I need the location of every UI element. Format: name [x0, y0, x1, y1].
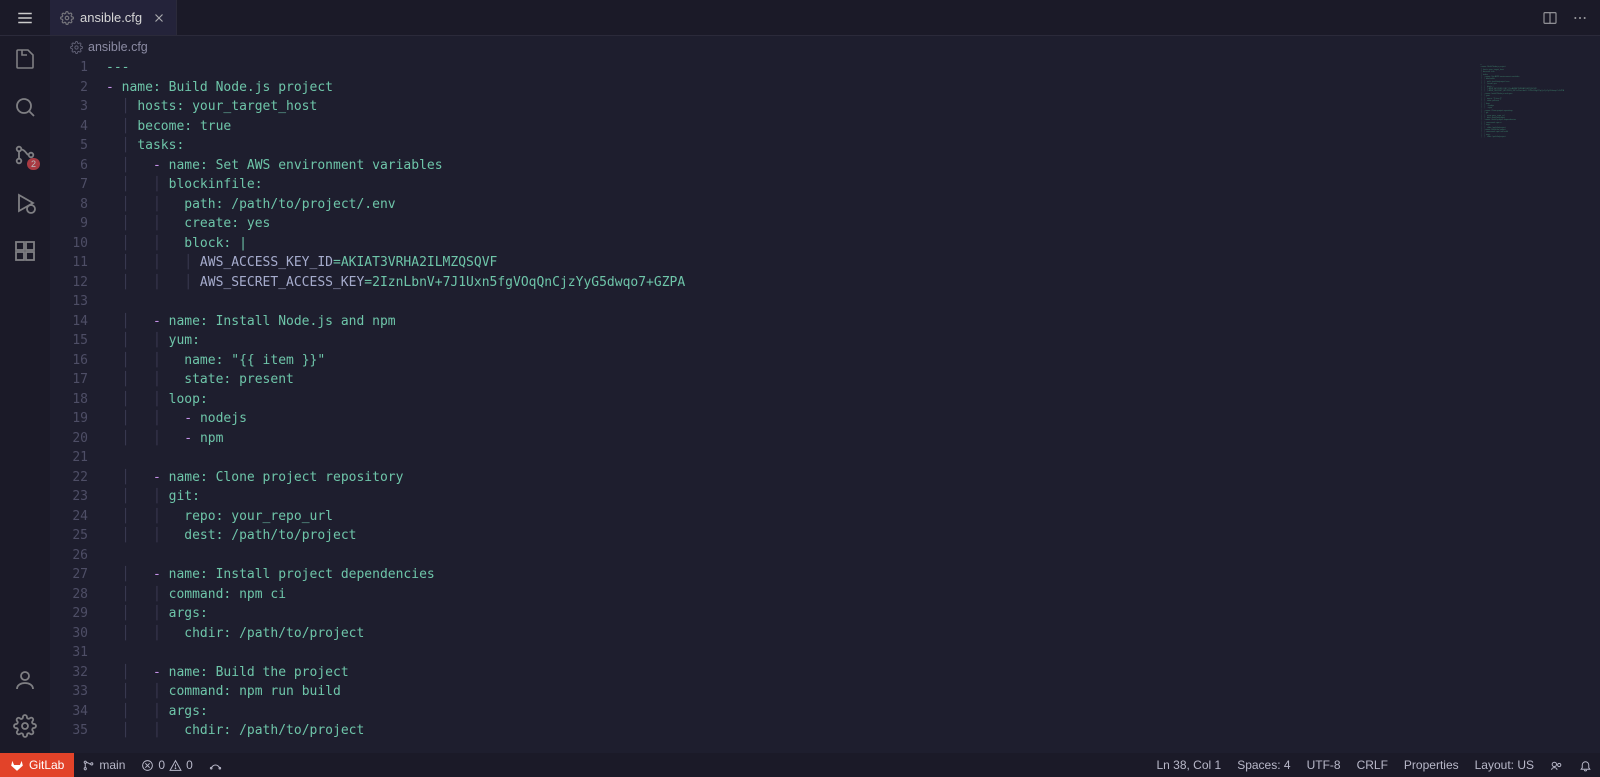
feedback-icon[interactable] — [1542, 759, 1571, 772]
code-line[interactable]: │ │ command: npm run build — [106, 682, 1476, 702]
keyboard-layout[interactable]: Layout: US — [1467, 758, 1542, 772]
code-line[interactable]: │ - name: Install Node.js and npm — [106, 312, 1476, 332]
code-line[interactable]: --- — [106, 58, 1476, 78]
indent-indicator[interactable]: Spaces: 4 — [1229, 758, 1298, 772]
code-line[interactable]: │ │ command: npm ci — [106, 585, 1476, 605]
code-line[interactable]: │ - name: Build the project — [106, 663, 1476, 683]
activity-bar: 2 — [0, 36, 50, 753]
branch-indicator[interactable]: main — [74, 758, 133, 772]
notifications-icon[interactable] — [1571, 759, 1600, 772]
split-editor-icon[interactable] — [1542, 10, 1558, 26]
code-line[interactable]: │ │ loop: — [106, 390, 1476, 410]
branch-icon — [82, 759, 95, 772]
code-line[interactable]: │ hosts: your_target_host — [106, 97, 1476, 117]
code-line[interactable]: │ │ path: /path/to/project/.env — [106, 195, 1476, 215]
code-line[interactable] — [106, 546, 1476, 566]
gitlab-label: GitLab — [29, 758, 64, 772]
tab-bar: ansible.cfg — [0, 0, 1600, 36]
code-line[interactable]: │ │ yum: — [106, 331, 1476, 351]
code-line[interactable]: │ - name: Install project dependencies — [106, 565, 1476, 585]
code-line[interactable]: │ │ state: present — [106, 370, 1476, 390]
code-line[interactable]: │ │ │ AWS_SECRET_ACCESS_KEY=2IznLbnV+7J1… — [106, 273, 1476, 293]
warning-icon — [169, 759, 182, 772]
breadcrumb[interactable]: ansible.cfg — [50, 36, 1600, 58]
encoding-indicator[interactable]: UTF-8 — [1299, 758, 1349, 772]
error-count: 0 — [158, 758, 165, 772]
run-debug-icon[interactable] — [12, 190, 38, 216]
menu-icon — [16, 9, 34, 27]
code-area[interactable]: ---- name: Build Node.js project │ hosts… — [106, 58, 1476, 753]
warning-count: 0 — [186, 758, 193, 772]
overview-ruler[interactable] — [1586, 58, 1600, 753]
extensions-icon[interactable] — [12, 238, 38, 264]
code-line[interactable]: │ become: true — [106, 117, 1476, 137]
code-line[interactable]: │ │ chdir: /path/to/project — [106, 721, 1476, 741]
code-line[interactable]: │ │ chdir: /path/to/project — [106, 624, 1476, 644]
accounts-icon[interactable] — [12, 667, 38, 693]
breadcrumb-file: ansible.cfg — [88, 40, 148, 54]
code-line[interactable]: │ │ git: — [106, 487, 1476, 507]
gitlab-button[interactable]: GitLab — [0, 753, 74, 777]
code-line[interactable]: │ │ blockinfile: — [106, 175, 1476, 195]
code-line[interactable]: │ - name: Set AWS environment variables — [106, 156, 1476, 176]
code-line[interactable] — [106, 448, 1476, 468]
tab-label: ansible.cfg — [80, 10, 142, 25]
code-line[interactable]: │ │ │ AWS_ACCESS_KEY_ID=AKIAT3VRHA2ILMZQ… — [106, 253, 1476, 273]
live-share-icon[interactable] — [201, 759, 230, 772]
scm-badge: 2 — [27, 158, 40, 170]
code-line[interactable] — [106, 643, 1476, 663]
code-line[interactable]: │ │ - npm — [106, 429, 1476, 449]
branch-name: main — [99, 758, 125, 772]
code-line[interactable]: │ │ repo: your_repo_url — [106, 507, 1476, 527]
editor-body[interactable]: 1234567891011121314151617181920212223242… — [50, 58, 1600, 753]
language-mode[interactable]: Properties — [1396, 758, 1467, 772]
code-line[interactable]: - name: Build Node.js project — [106, 78, 1476, 98]
code-line[interactable]: │ │ create: yes — [106, 214, 1476, 234]
gear-icon — [60, 11, 74, 25]
minimap[interactable]: ---- name: Build Node.js project │ hosts… — [1476, 58, 1586, 753]
settings-gear-icon[interactable] — [12, 713, 38, 739]
source-control-icon[interactable]: 2 — [12, 142, 38, 168]
explorer-icon[interactable] — [12, 46, 38, 72]
status-bar: GitLab main 0 0 Ln 38, Col 1 Spaces: 4 U… — [0, 753, 1600, 777]
more-icon[interactable] — [1572, 10, 1588, 26]
code-line[interactable]: │ - name: Clone project repository — [106, 468, 1476, 488]
gitlab-icon — [10, 758, 24, 772]
code-line[interactable]: │ │ block: | — [106, 234, 1476, 254]
tab-ansible-cfg[interactable]: ansible.cfg — [50, 0, 177, 35]
menu-button[interactable] — [0, 0, 50, 35]
code-line[interactable] — [106, 292, 1476, 312]
problems-indicator[interactable]: 0 0 — [133, 758, 200, 772]
code-line[interactable]: │ │ args: — [106, 702, 1476, 722]
code-line[interactable]: │ │ args: — [106, 604, 1476, 624]
close-icon[interactable] — [152, 11, 166, 25]
code-line[interactable]: │ │ - nodejs — [106, 409, 1476, 429]
eol-indicator[interactable]: CRLF — [1349, 758, 1396, 772]
error-icon — [141, 759, 154, 772]
code-line[interactable]: │ │ dest: /path/to/project — [106, 526, 1476, 546]
cursor-position[interactable]: Ln 38, Col 1 — [1148, 758, 1229, 772]
code-line[interactable]: │ │ name: "{{ item }}" — [106, 351, 1476, 371]
search-icon[interactable] — [12, 94, 38, 120]
gear-icon — [70, 41, 83, 54]
line-number-gutter: 1234567891011121314151617181920212223242… — [50, 58, 106, 753]
code-line[interactable]: │ tasks: — [106, 136, 1476, 156]
